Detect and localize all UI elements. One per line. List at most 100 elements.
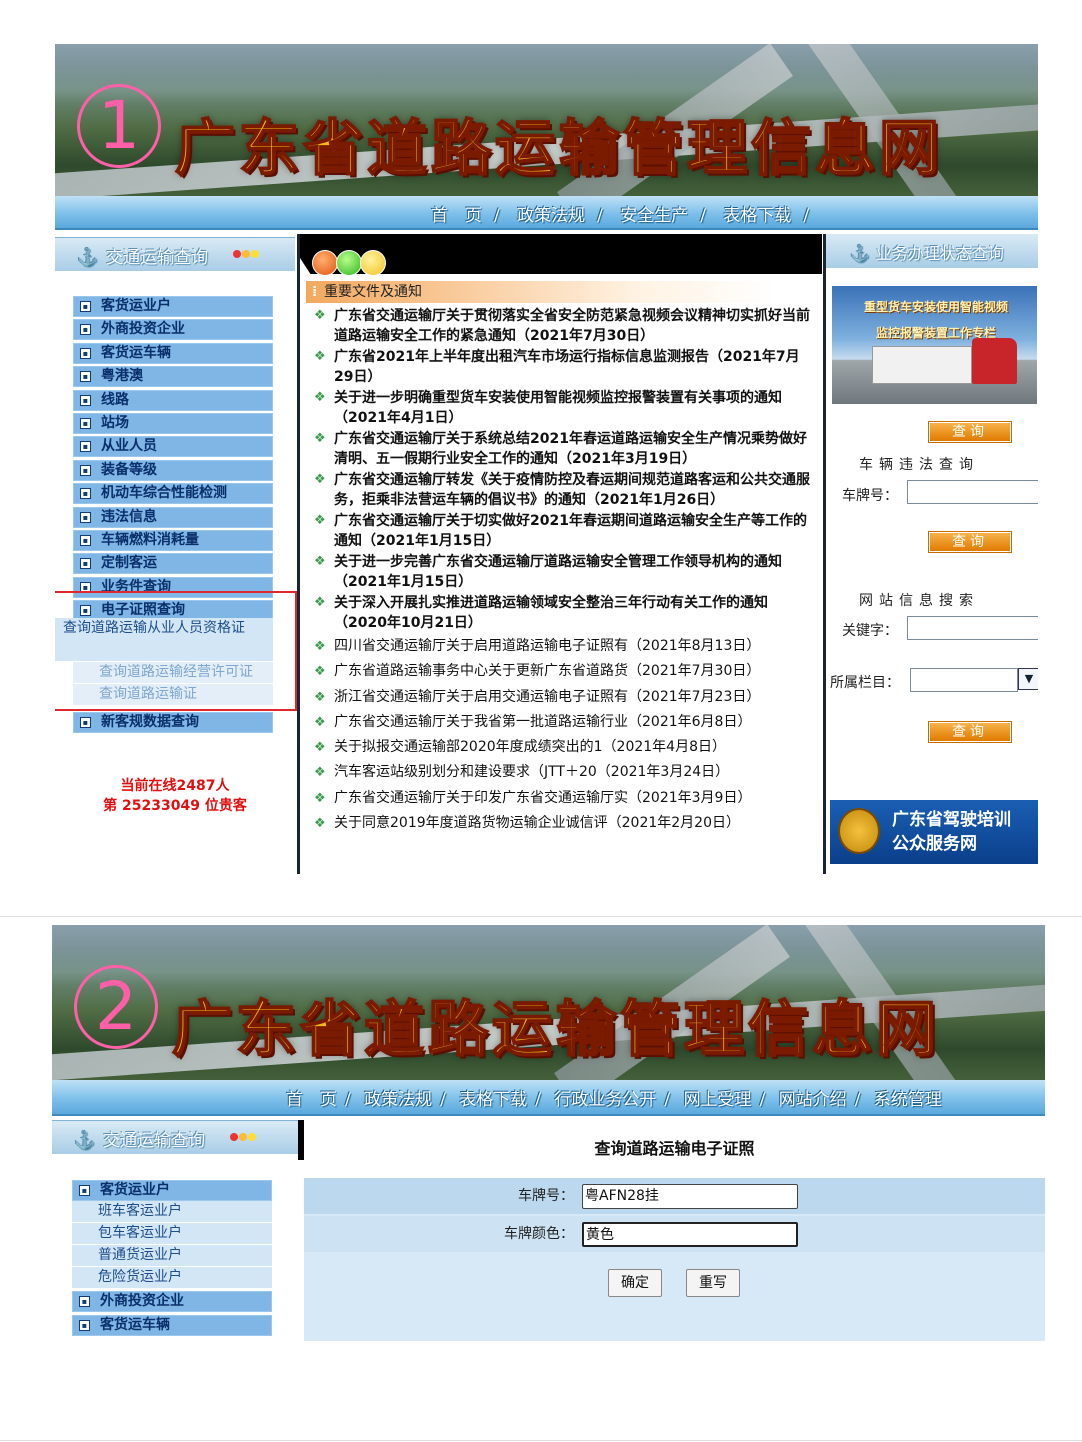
news-item[interactable]: 广东省交通运输厅关于切实做好2021年春运期间道路运输安全生产等工作的通知（20… xyxy=(312,511,812,551)
vehicle-violation-title: 车辆违法查询 xyxy=(859,457,979,473)
plate-input[interactable]: 粤AFN28挂 xyxy=(582,1184,798,1209)
menu-item[interactable]: ▪ 车辆燃料消耗量 xyxy=(73,529,273,551)
left-menu-more: ▪ 新客规数据查询 xyxy=(73,712,273,735)
anchor-icon: ⚓ xyxy=(77,248,99,268)
plate-input[interactable] xyxy=(907,480,1038,504)
nav-safety[interactable]: 安全生产 xyxy=(620,206,688,226)
news-item[interactable]: 广东省交通运输厅关于印发广东省交通运输厅实（2021年3月9日） xyxy=(312,786,812,812)
search-query-button[interactable]: 查询 xyxy=(928,721,1012,743)
online-count: 当前在线2487人 xyxy=(120,778,230,794)
anchor-icon: ⚓ xyxy=(850,244,870,263)
color-input[interactable]: 黄色 xyxy=(582,1222,798,1247)
news-item[interactable]: 关于进一步明确重型货车安装使用智能视频监控报警装置有关事项的通知（2021年4月… xyxy=(312,388,812,428)
submenu-item[interactable]: 普通货运业户 xyxy=(72,1245,272,1268)
nav-policy[interactable]: 政策法规 xyxy=(364,1090,432,1110)
news-item[interactable]: 广东省2021年上半年度出租汽车市场运行指标信息监测报告（2021年7月29日） xyxy=(312,347,812,387)
violation-query-button[interactable]: 查询 xyxy=(928,531,1012,553)
nav-forms[interactable]: 表格下载 xyxy=(459,1090,527,1110)
left-panel-header: ⚓ 交通运输查询 xyxy=(52,1120,298,1154)
expand-icon: ▪ xyxy=(80,394,91,406)
menu-item[interactable]: ▪ 客货运车辆 xyxy=(73,342,273,364)
column-select[interactable] xyxy=(910,668,1018,692)
news-item[interactable]: 广东省道路运输事务中心关于更新广东省道路货（2021年7月30日） xyxy=(312,659,812,685)
nav-online-accept[interactable]: 网上受理 xyxy=(684,1090,752,1110)
reset-button[interactable]: 重写 xyxy=(686,1269,740,1297)
news-item[interactable]: 广东省交通运输厅转发《关于疫情防控及春运期间规范道路客运和公共交通服务，拒乘非法… xyxy=(312,470,812,510)
expand-icon: ▪ xyxy=(80,371,91,383)
expand-icon: ▪ xyxy=(79,1296,90,1308)
news-item[interactable]: 汽车客运站级别划分和建设要求（JTT＋20（2021年3月24日） xyxy=(312,760,812,786)
menu-item[interactable]: ▪ 从业人员 xyxy=(73,436,273,458)
query-form: 查询道路运输电子证照 车牌号： 粤AFN28挂 车牌颜色： 黄色 确定 重写 xyxy=(298,1120,1045,1341)
expand-icon: ▪ xyxy=(80,534,91,546)
menu-item[interactable]: ▪ 线路 xyxy=(73,389,273,411)
submenu-item[interactable]: 班车客运业户 xyxy=(72,1201,272,1224)
expand-icon: ▪ xyxy=(80,347,91,359)
menu-item[interactable]: ▪ 外商投资企业 xyxy=(73,319,273,341)
site-banner: 1 广东省道路运输管理信息网 xyxy=(55,44,1038,196)
expand-icon: ▪ xyxy=(80,717,91,728)
news-item[interactable]: 四川省交通运输厅关于启用道路运输电子证照有（2021年8月13日） xyxy=(312,634,812,660)
news-list: 广东省交通运输厅关于贯彻落实全省安全防范紧急视频会议精神切实抓好当前道路运输安全… xyxy=(312,306,812,837)
expand-icon: ▪ xyxy=(79,1185,90,1196)
plate-label: 车牌号： xyxy=(842,488,898,504)
news-item[interactable]: 关于深入开展扎实推进道路运输领域安全整治三年行动有关工作的通知（2020年10月… xyxy=(312,593,812,633)
menu-item[interactable]: ▪ 装备等级 xyxy=(73,459,273,481)
step-marker: 1 xyxy=(77,84,161,168)
left-menu: ▪ 客货运业户 班车客运业户 包车客运业户 普通货运业户 危险货运业户 ▪ 外商投资… xyxy=(72,1180,272,1338)
nav-about[interactable]: 网站介绍 xyxy=(779,1090,847,1110)
nav-system[interactable]: 系统管理 xyxy=(874,1090,942,1110)
menu-item[interactable]: ▪ 客货运车辆 xyxy=(72,1314,272,1336)
left-panel: ⚓ 交通运输查询 ▪ 客货运业户 班车客运业户 包车客运业户 普通货运业户 危险货运… xyxy=(52,1120,298,1341)
menu-item[interactable]: ▪ 客货运业户 xyxy=(72,1180,272,1201)
nav-admin-public[interactable]: 行政业务公开 xyxy=(554,1090,656,1110)
site-title: 广东省道路运输管理信息网 xyxy=(171,994,940,1066)
chevron-down-icon[interactable]: ▼ xyxy=(1018,668,1038,690)
main-nav: 首 页 / 政策法规 / 安全生产 / 表格下载 / xyxy=(55,196,1038,230)
menu-item[interactable]: ▪ 机动车综合性能检测 xyxy=(73,483,273,505)
news-item[interactable]: 关于拟报交通运输部2020年度成绩突出的1（2021年4月8日） xyxy=(312,735,812,761)
emblem-icon xyxy=(838,808,880,854)
site-search-title: 网站信息搜索 xyxy=(859,593,979,609)
menu-item[interactable]: ▪ 定制客运 xyxy=(73,553,273,575)
expand-icon: ▪ xyxy=(80,464,91,476)
color-row: 车牌颜色： 黄色 xyxy=(304,1216,1045,1252)
keyword-label: 关键字： xyxy=(842,623,898,639)
menu-item[interactable]: ▪ 粤港澳 xyxy=(73,366,273,388)
plate-label: 车牌号： xyxy=(518,1188,574,1204)
news-item[interactable]: 关于进一步完善广东省交通运输厅道路运输安全管理工作领导机构的通知（2021年1月… xyxy=(312,552,812,592)
nav-home[interactable]: 首 页 xyxy=(431,206,482,226)
menu-item[interactable]: ▪ 客货运业户 xyxy=(73,296,273,317)
expand-icon: ▪ xyxy=(80,441,91,453)
query-button[interactable]: 查询 xyxy=(928,421,1012,443)
nav-policy[interactable]: 政策法规 xyxy=(517,206,585,226)
menu-item[interactable]: ▪ 站场 xyxy=(73,412,273,434)
site-title: 广东省道路运输管理信息网 xyxy=(174,113,943,185)
status-dots-icon xyxy=(230,1133,257,1144)
news-header: 重要文件及通知 xyxy=(306,281,776,303)
expand-icon: ▪ xyxy=(80,324,91,336)
submenu-item[interactable]: 危险货运业户 xyxy=(72,1267,272,1290)
driving-training-banner[interactable]: 广东省驾驶培训 公众服务网 xyxy=(830,800,1038,864)
news-item[interactable]: 广东省交通运输厅关于贯彻落实全省安全防范紧急视频会议精神切实抓好当前道路运输安全… xyxy=(312,306,812,346)
confirm-button[interactable]: 确定 xyxy=(608,1269,662,1297)
menu-item-new-rules[interactable]: ▪ 新客规数据查询 xyxy=(73,712,273,733)
color-label: 车牌颜色： xyxy=(504,1226,574,1242)
news-item[interactable]: 浙江省交通运输厅关于启用交通运输电子证照有（2021年7月23日） xyxy=(312,685,812,711)
news-item[interactable]: 关于同意2019年度道路货物运输企业诚信评（2021年2月20日） xyxy=(312,811,812,837)
nav-home[interactable]: 首 页 xyxy=(286,1090,337,1110)
right-panel-header: ⚓ 业务办理状态查询 xyxy=(826,234,1038,268)
left-menu: ▪ 客货运业户 ▪ 外商投资企业 ▪ 客货运车辆 ▪ 粤港澳 ▪ 线路 ▪ 站场 ▪ 从业人员… xyxy=(73,296,273,623)
menu-item[interactable]: ▪ 违法信息 xyxy=(73,506,273,528)
submenu-item[interactable]: 包车客运业户 xyxy=(72,1223,272,1246)
truck-video-banner[interactable]: 重型货车安装使用智能视频 监控报警装置工作专栏 xyxy=(832,286,1037,404)
expand-icon: ▪ xyxy=(80,301,91,312)
news-item[interactable]: 广东省交通运输厅关于系统总结2021年春运道路运输安全生产情况乘势做好清明、五一… xyxy=(312,429,812,469)
expand-icon: ▪ xyxy=(80,417,91,429)
menu-item[interactable]: ▪ 外商投资企业 xyxy=(72,1291,272,1313)
site-banner: 2 广东省道路运输管理信息网 xyxy=(52,925,1045,1080)
news-item[interactable]: 广东省交通运输厅关于我省第一批道路运输行业（2021年6月8日） xyxy=(312,710,812,736)
nav-forms[interactable]: 表格下载 xyxy=(723,206,791,226)
anchor-icon: ⚓ xyxy=(74,1131,96,1151)
keyword-input[interactable] xyxy=(907,616,1038,640)
